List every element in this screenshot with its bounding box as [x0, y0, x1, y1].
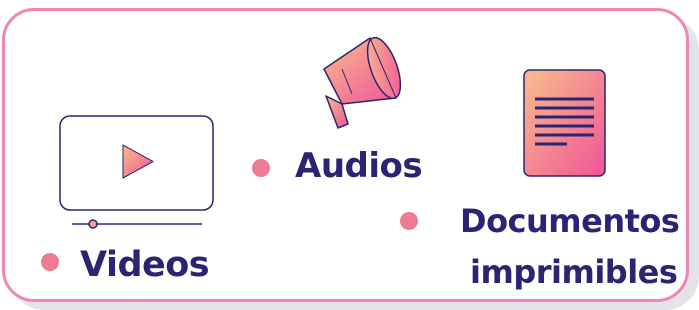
- audios-bullet: [252, 159, 270, 177]
- documentos-bullet: [400, 212, 418, 230]
- videos-bullet: [41, 253, 59, 271]
- videos-label: Videos: [80, 245, 210, 285]
- video-player-icon: [59, 115, 214, 229]
- documentos-label-line2: imprimibles: [470, 253, 678, 291]
- megaphone-icon: [323, 36, 402, 129]
- documentos-label-line1: Documentos: [460, 202, 680, 240]
- resource-types-card: Videos Audios Documentos imprimibles: [0, 0, 699, 310]
- audios-label: Audios: [295, 146, 423, 186]
- document-icon: [523, 69, 606, 177]
